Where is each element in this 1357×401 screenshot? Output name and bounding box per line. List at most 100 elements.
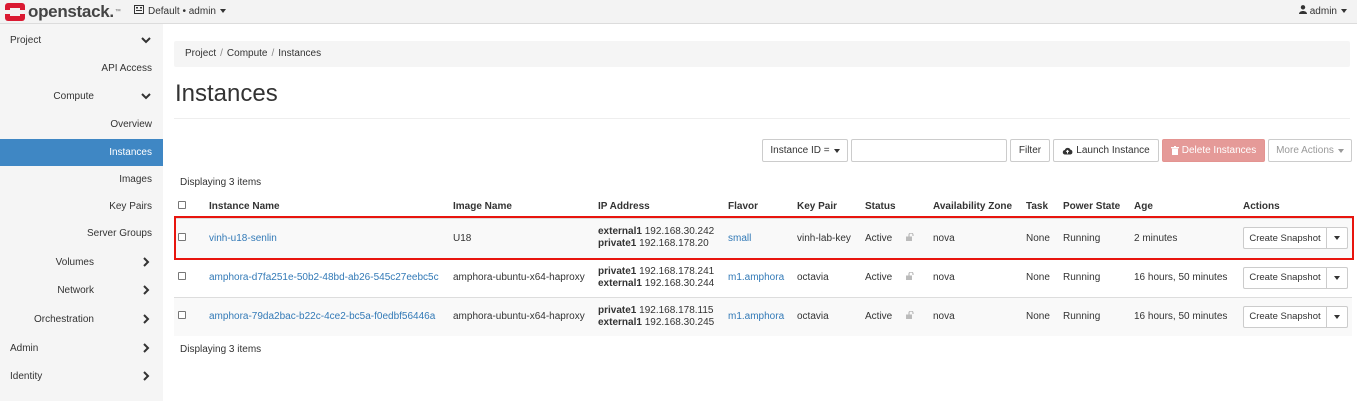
flavor-link[interactable]: m1.amphora bbox=[728, 311, 784, 322]
chevron-down-icon bbox=[1334, 314, 1340, 319]
column-header[interactable]: Status bbox=[861, 196, 929, 219]
sidebar-item-network[interactable]: Network bbox=[0, 277, 163, 304]
sidebar-item-label: Admin bbox=[10, 343, 39, 354]
column-header[interactable]: Image Name bbox=[449, 196, 594, 219]
sidebar-item-label: API Access bbox=[101, 63, 152, 74]
sidebar-item-admin[interactable]: Admin bbox=[0, 335, 163, 362]
age-cell: 2 minutes bbox=[1130, 217, 1239, 258]
create-snapshot-button[interactable]: Create Snapshot bbox=[1243, 227, 1327, 250]
column-header[interactable]: IP Address bbox=[594, 196, 724, 219]
ip-address-cell: private1 192.168.178.241 external1 192.1… bbox=[594, 257, 724, 297]
breadcrumb-separator: / bbox=[220, 48, 223, 59]
table-row: amphora-d7fa251e-50b2-48bd-ab26-545c27ee… bbox=[174, 257, 1352, 297]
display-count-top: Displaying 3 items bbox=[180, 177, 262, 188]
sidebar-item-label: Images bbox=[119, 174, 152, 185]
sidebar-item-key-pairs[interactable]: Key Pairs bbox=[0, 193, 163, 220]
column-header[interactable]: Key Pair bbox=[793, 196, 861, 219]
row-actions-dropdown-toggle[interactable] bbox=[1327, 227, 1348, 250]
actions-cell: Create Snapshot bbox=[1239, 217, 1352, 258]
row-checkbox[interactable] bbox=[178, 232, 186, 241]
key-pair-cell: octavia bbox=[793, 257, 861, 297]
brand-logo-link[interactable]: openstack. ™ bbox=[5, 2, 121, 22]
instance-name-link[interactable]: amphora-79da2bac-b22c-4ce2-bc5a-f0edbf56… bbox=[209, 311, 435, 322]
more-actions-label: More Actions bbox=[1276, 145, 1334, 156]
sidebar-item-volumes[interactable]: Volumes bbox=[0, 249, 163, 276]
ip-address: 192.168.30.244 bbox=[644, 277, 715, 289]
sidebar-item-label: Network bbox=[57, 285, 94, 296]
row-checkbox[interactable] bbox=[178, 272, 186, 280]
table-row: amphora-79da2bac-b22c-4ce2-bc5a-f0edbf56… bbox=[174, 296, 1352, 336]
flavor-link[interactable]: small bbox=[728, 233, 751, 244]
row-actions-dropdown-toggle[interactable] bbox=[1327, 266, 1348, 289]
chevron-right-icon bbox=[143, 285, 150, 295]
instance-name-link[interactable]: vinh-u18-senlin bbox=[209, 233, 277, 244]
building-icon bbox=[134, 5, 144, 17]
column-header[interactable]: Task bbox=[1022, 196, 1059, 219]
sidebar-item-identity[interactable]: Identity bbox=[0, 363, 163, 390]
create-snapshot-button[interactable]: Create Snapshot bbox=[1243, 266, 1327, 289]
sidebar-item-instances[interactable]: Instances bbox=[0, 139, 163, 166]
project-switcher-label: Default • admin bbox=[148, 5, 216, 17]
brand-trademark: ™ bbox=[114, 9, 121, 15]
row-actions-dropdown-toggle[interactable] bbox=[1327, 305, 1348, 328]
row-checkbox[interactable] bbox=[178, 311, 186, 320]
more-actions-button[interactable]: More Actions bbox=[1268, 139, 1352, 162]
sidebar-item-compute[interactable]: Compute bbox=[0, 83, 163, 110]
sidebar-item-project[interactable]: Project bbox=[0, 27, 163, 54]
filter-field-select[interactable]: Instance ID = bbox=[762, 139, 848, 162]
sidebar-item-server-groups[interactable]: Server Groups bbox=[0, 220, 163, 247]
sidebar-item-orchestration[interactable]: Orchestration bbox=[0, 306, 163, 333]
select-all-checkbox[interactable] bbox=[178, 201, 186, 209]
divider bbox=[174, 118, 1350, 119]
chevron-down-icon bbox=[1334, 275, 1340, 280]
status-cell: Active bbox=[861, 296, 929, 336]
trash-icon bbox=[1170, 146, 1179, 155]
sidebar-item-images[interactable]: Images bbox=[0, 166, 163, 193]
sidebar-item-overview[interactable]: Overview bbox=[0, 111, 163, 138]
sidebar-item-label: Server Groups bbox=[86, 228, 152, 239]
image-name-cell: amphora-ubuntu-x64-haproxy bbox=[449, 257, 594, 297]
column-header[interactable]: Flavor bbox=[724, 196, 793, 219]
ip-network-name: private1 bbox=[598, 304, 637, 316]
filter-input[interactable] bbox=[851, 139, 1007, 162]
chevron-right-icon bbox=[143, 314, 150, 324]
project-switcher[interactable]: Default • admin bbox=[134, 5, 226, 17]
breadcrumb-item-project[interactable]: Project bbox=[185, 48, 216, 59]
column-header[interactable]: Availability Zone bbox=[929, 196, 1022, 219]
launch-instance-button[interactable]: Launch Instance bbox=[1053, 139, 1159, 162]
create-snapshot-label: Create Snapshot bbox=[1249, 272, 1321, 283]
ip-network-name: private1 bbox=[598, 265, 637, 277]
availability-zone-cell: nova bbox=[929, 296, 1022, 336]
create-snapshot-label: Create Snapshot bbox=[1249, 311, 1321, 323]
key-pair-cell: octavia bbox=[793, 296, 861, 336]
chevron-down-icon bbox=[1337, 148, 1344, 153]
breadcrumb: Project / Compute / Instances bbox=[174, 41, 1350, 67]
filter-button[interactable]: Filter bbox=[1010, 139, 1050, 162]
delete-instances-button[interactable]: Delete Instances bbox=[1162, 139, 1265, 162]
power-state-cell: Running bbox=[1059, 217, 1130, 258]
row-select-cell bbox=[174, 296, 205, 336]
column-header[interactable]: Power State bbox=[1059, 196, 1130, 219]
column-header[interactable]: Instance Name bbox=[205, 196, 449, 219]
sidebar-item-api-access[interactable]: API Access bbox=[0, 55, 163, 82]
launch-instance-label: Launch Instance bbox=[1076, 145, 1150, 156]
chevron-right-icon bbox=[143, 343, 150, 353]
unlock-icon bbox=[906, 310, 914, 322]
instance-name-link[interactable]: amphora-d7fa251e-50b2-48bd-ab26-545c27ee… bbox=[209, 272, 439, 283]
column-header: Actions bbox=[1239, 196, 1352, 219]
breadcrumb-item-compute[interactable]: Compute bbox=[227, 48, 268, 59]
column-header[interactable]: Age bbox=[1130, 196, 1239, 219]
power-state-cell: Running bbox=[1059, 296, 1130, 336]
sidebar-item-label: Project bbox=[10, 35, 42, 46]
flavor-link[interactable]: m1.amphora bbox=[728, 272, 784, 283]
task-cell: None bbox=[1022, 257, 1059, 297]
power-state-cell: Running bbox=[1059, 257, 1130, 297]
age-cell: 16 hours, 50 minutes bbox=[1130, 257, 1239, 297]
instances-table: Instance Name Image Name IP Address Flav… bbox=[174, 196, 1352, 336]
ip-network-name: private1 bbox=[598, 238, 637, 250]
create-snapshot-button[interactable]: Create Snapshot bbox=[1243, 305, 1327, 328]
ip-network-name: external1 bbox=[598, 277, 642, 289]
user-menu[interactable]: admin bbox=[1298, 5, 1347, 17]
chevron-down-icon bbox=[1341, 9, 1347, 13]
ip-network-name: external1 bbox=[598, 226, 642, 238]
